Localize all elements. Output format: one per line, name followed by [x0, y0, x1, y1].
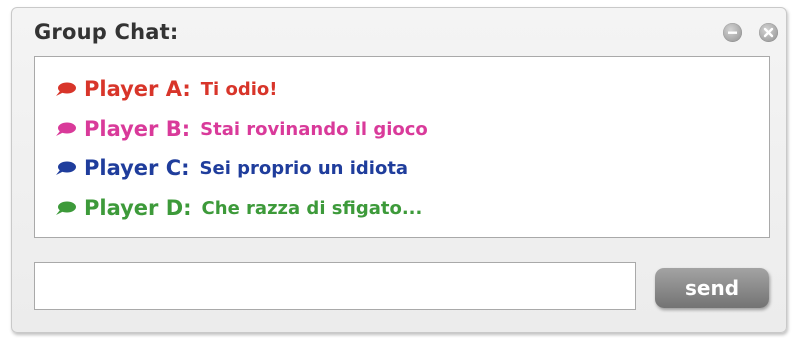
- close-button[interactable]: [759, 23, 778, 42]
- message-text: Ti odio!: [200, 78, 278, 100]
- message-text: Che razza di sfigato...: [201, 197, 423, 219]
- message-list: Player A: Ti odio! Player B: Stai rovina…: [34, 56, 770, 238]
- minus-circle-icon: [728, 31, 737, 34]
- message-text: Stai rovinando il gioco: [200, 118, 428, 140]
- speech-bubble-icon: [56, 82, 76, 96]
- chat-message: Player C: Sei proprio un idiota: [55, 153, 408, 183]
- speech-bubble-icon: [56, 122, 76, 136]
- minimize-button[interactable]: [723, 23, 742, 42]
- chat-message: Player D: Che razza di sfigato...: [55, 193, 422, 223]
- player-name: Player D:: [84, 196, 192, 220]
- send-button[interactable]: send: [655, 268, 769, 308]
- window-title: Group Chat:: [34, 20, 179, 44]
- message-text: Sei proprio un idiota: [199, 157, 409, 179]
- speech-bubble-icon: [56, 161, 76, 175]
- player-name: Player A:: [84, 77, 191, 101]
- player-name: Player B:: [84, 117, 191, 141]
- close-circle-icon: [763, 27, 774, 38]
- speech-bubble-icon: [56, 201, 76, 215]
- group-chat-window: Group Chat: Player A: Ti odio! Player B:…: [11, 7, 787, 333]
- chat-message: Player A: Ti odio!: [55, 74, 277, 104]
- message-input[interactable]: [34, 262, 636, 310]
- player-name: Player C:: [84, 156, 190, 180]
- chat-message: Player B: Stai rovinando il gioco: [55, 114, 428, 144]
